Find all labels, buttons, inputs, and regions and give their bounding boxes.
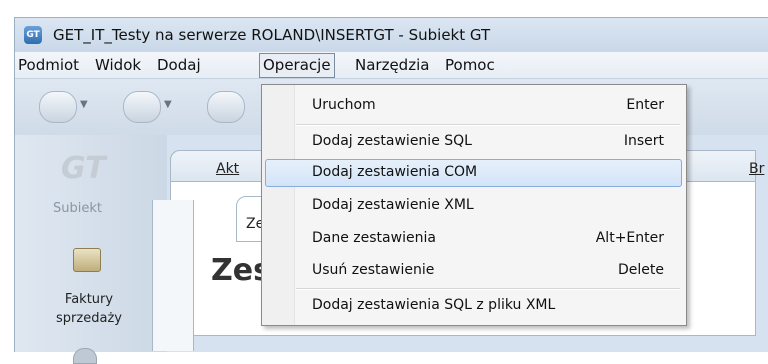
- menu-item-label: Usuń zestawienie: [312, 262, 435, 278]
- forward-nav-button[interactable]: [123, 91, 161, 123]
- menu-item-label: Dodaj zestawienie SQL: [312, 133, 472, 149]
- menu-dodaj[interactable]: Dodaj: [157, 56, 201, 74]
- menu-item-usun-zestawienie[interactable]: Usuń zestawienie Delete: [262, 258, 686, 284]
- menu-item-shortcut: Enter: [626, 97, 664, 113]
- menu-item-dodaj-sql-z-xml[interactable]: Dodaj zestawienia SQL z pliku XML: [262, 293, 686, 319]
- title-bar: GT GET_IT_Testy na serwerze ROLAND\INSER…: [15, 18, 768, 52]
- back-nav-button[interactable]: [39, 91, 77, 123]
- menu-item-shortcut: Alt+Enter: [595, 230, 664, 246]
- sidebar-item-label-line1[interactable]: Faktury: [39, 292, 139, 307]
- menu-item-dane-zestawienia[interactable]: Dane zestawienia Alt+Enter: [262, 226, 686, 252]
- tab-akt[interactable]: Akt: [216, 161, 239, 177]
- tab-br[interactable]: Br: [749, 161, 764, 177]
- sidebar: GT Subiekt Faktury sprzedaży: [15, 135, 167, 364]
- menu-item-label: Dodaj zestawienie XML: [312, 197, 474, 213]
- operacje-dropdown-menu: Uruchom Enter Dodaj zestawienie SQL Inse…: [261, 84, 687, 326]
- sidebar-next-icon[interactable]: [73, 348, 97, 364]
- invoice-icon[interactable]: [73, 248, 101, 272]
- menu-podmiot[interactable]: Podmiot: [18, 56, 79, 74]
- subiekt-gt-icon: GT: [24, 26, 42, 44]
- side-panel-frame: [152, 200, 194, 351]
- menu-item-uruchom[interactable]: Uruchom Enter: [262, 93, 686, 119]
- gt-logo: GT: [61, 151, 106, 186]
- menu-item-dodaj-sql[interactable]: Dodaj zestawienie SQL Insert: [262, 129, 686, 155]
- menu-item-dodaj-xml[interactable]: Dodaj zestawienie XML: [262, 193, 686, 219]
- menu-bar: Podmiot Widok Dodaj Operacje Narzędzia P…: [15, 52, 768, 79]
- menu-pomoc[interactable]: Pomoc: [445, 56, 495, 74]
- menu-narzedzia[interactable]: Narzędzia: [355, 56, 429, 74]
- menu-item-shortcut: Delete: [618, 262, 664, 278]
- action-button[interactable]: [207, 91, 245, 123]
- menu-item-label: Dodaj zestawienia SQL z pliku XML: [312, 297, 556, 313]
- menu-item-label: Dodaj zestawienia COM: [312, 164, 478, 180]
- menu-operacje[interactable]: Operacje: [259, 53, 335, 78]
- sidebar-item-label-line2[interactable]: sprzedaży: [39, 311, 139, 326]
- menu-widok[interactable]: Widok: [95, 56, 141, 74]
- menu-item-label: Uruchom: [312, 97, 376, 113]
- chevron-down-icon[interactable]: ▼: [80, 99, 88, 110]
- menu-separator: [296, 124, 680, 126]
- chevron-down-icon[interactable]: ▼: [164, 99, 172, 110]
- menu-item-label: Dane zestawienia: [312, 230, 436, 246]
- window-title: GET_IT_Testy na serwerze ROLAND\INSERTGT…: [53, 26, 491, 44]
- menu-item-shortcut: Insert: [623, 133, 664, 149]
- menu-item-dodaj-com[interactable]: Dodaj zestawienia COM: [262, 160, 686, 186]
- menu-separator: [296, 288, 680, 290]
- sidebar-brand-label: Subiekt: [53, 201, 102, 216]
